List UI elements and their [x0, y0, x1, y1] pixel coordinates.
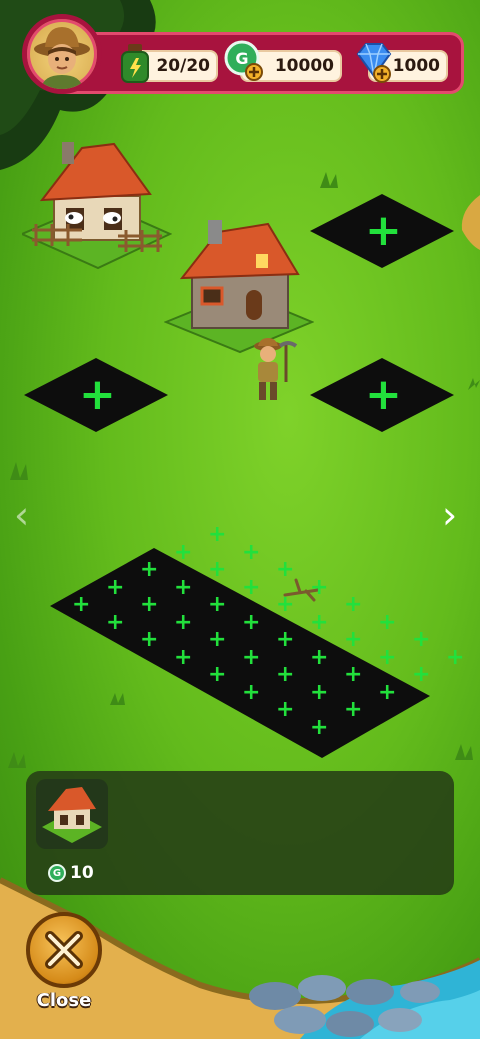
field-cell-plus-icon[interactable]: +: [208, 559, 226, 581]
gem-add-icon[interactable]: [352, 40, 394, 84]
field-cell-plus-icon[interactable]: +: [174, 541, 192, 564]
field-cell-plus-icon[interactable]: +: [72, 594, 90, 616]
field-cell-plus-icon[interactable]: +: [242, 541, 260, 564]
close-button[interactable]: [26, 912, 102, 988]
field-cell-plus-icon[interactable]: +: [310, 681, 328, 704]
field-cell-plus-icon[interactable]: +: [412, 664, 430, 686]
build-item-cow-barn[interactable]: [36, 779, 108, 849]
build-menu-panel: G 10: [26, 771, 454, 895]
field-cell-plus-icon[interactable]: +: [140, 629, 158, 651]
field-cell-plus-icon[interactable]: +: [378, 611, 396, 634]
field-cell-plus-icon[interactable]: +: [242, 576, 260, 599]
field-cell-plus-icon[interactable]: +: [344, 629, 362, 651]
field-cell-plus-icon[interactable]: +: [276, 664, 294, 686]
cow-barn-thumbnail-icon: [42, 787, 102, 843]
field-cell-plus-icon[interactable]: +: [310, 611, 328, 634]
top-hud: 20/20 10000 G 1000: [18, 14, 464, 94]
gems-value: 1000: [392, 56, 440, 76]
field-cell-plus-icon[interactable]: +: [140, 594, 158, 616]
add-plus-icon: +: [365, 369, 402, 420]
empty-plot-middle-left[interactable]: +: [24, 358, 168, 432]
field-cell-plus-icon[interactable]: +: [412, 629, 430, 651]
gold-value: 10000: [274, 56, 334, 76]
field-cell-plus-icon[interactable]: +: [208, 524, 226, 546]
field-cell-plus-icon[interactable]: +: [242, 681, 260, 704]
next-area-arrow[interactable]: ›: [442, 496, 457, 534]
field-cell-plus-icon[interactable]: +: [106, 576, 124, 599]
add-plus-icon: +: [365, 205, 402, 256]
field-cell-plus-icon[interactable]: +: [140, 559, 158, 581]
empty-plot-middle-right[interactable]: +: [310, 358, 454, 432]
field-cell-plus-icon[interactable]: +: [310, 576, 328, 599]
add-plus-icon: +: [79, 369, 116, 420]
player-avatar[interactable]: [22, 14, 102, 94]
field-cell-plus-icon[interactable]: +: [208, 664, 226, 686]
close-button-label: Close: [36, 990, 92, 1011]
energy-potion-icon: [121, 44, 149, 83]
gold-coin-icon: G: [48, 864, 66, 882]
field-cell-plus-icon[interactable]: +: [344, 594, 362, 616]
field-cell-plus-icon[interactable]: +: [310, 646, 328, 669]
close-x-icon: [45, 931, 83, 969]
cottage-building[interactable]: [164, 214, 314, 354]
field-cell-plus-icon[interactable]: +: [378, 681, 396, 704]
field-cell-plus-icon[interactable]: +: [276, 629, 294, 651]
build-item-cost-value: 10: [70, 863, 94, 883]
field-cell-plus-icon[interactable]: +: [310, 716, 328, 739]
crop-field-grid[interactable]: + + + + + + + + + + + + + + + + + + + + + + + + + + + + + + + + + + + + + + + +: [50, 524, 464, 760]
build-item-cost: G 10: [48, 863, 94, 883]
field-cell-plus-icon[interactable]: +: [276, 699, 294, 721]
field-cell-plus-icon[interactable]: +: [344, 699, 362, 721]
field-cell-plus-icon[interactable]: +: [174, 611, 192, 634]
field-cell-plus-icon[interactable]: +: [242, 611, 260, 634]
cow-barn-building[interactable]: [22, 138, 172, 270]
field-cell-plus-icon[interactable]: +: [174, 576, 192, 599]
empty-plot-top-right[interactable]: +: [310, 194, 454, 268]
svg-text:G: G: [235, 49, 248, 68]
energy-value: 20/20: [156, 56, 210, 76]
previous-area-arrow[interactable]: ‹: [14, 496, 29, 534]
farmer-character[interactable]: [246, 338, 300, 406]
field-cell-plus-icon[interactable]: +: [344, 664, 362, 686]
farmer-portrait-icon: [34, 27, 90, 89]
field-cell-plus-icon[interactable]: +: [378, 646, 396, 669]
field-cell-plus-icon[interactable]: +: [276, 559, 294, 581]
gold-coin-add-icon[interactable]: G: [224, 40, 264, 84]
field-cell-plus-icon[interactable]: +: [208, 594, 226, 616]
field-cell-plus-icon[interactable]: +: [446, 646, 464, 669]
field-cell-plus-icon[interactable]: +: [276, 594, 294, 616]
field-cell-plus-icon[interactable]: +: [106, 611, 124, 634]
game-scene: 20/20 10000 G 1000 + + + + + + + + + + +…: [0, 0, 480, 1039]
field-cell-plus-icon[interactable]: +: [174, 646, 192, 669]
field-cell-plus-icon[interactable]: +: [208, 629, 226, 651]
field-cell-plus-icon[interactable]: +: [242, 646, 260, 669]
